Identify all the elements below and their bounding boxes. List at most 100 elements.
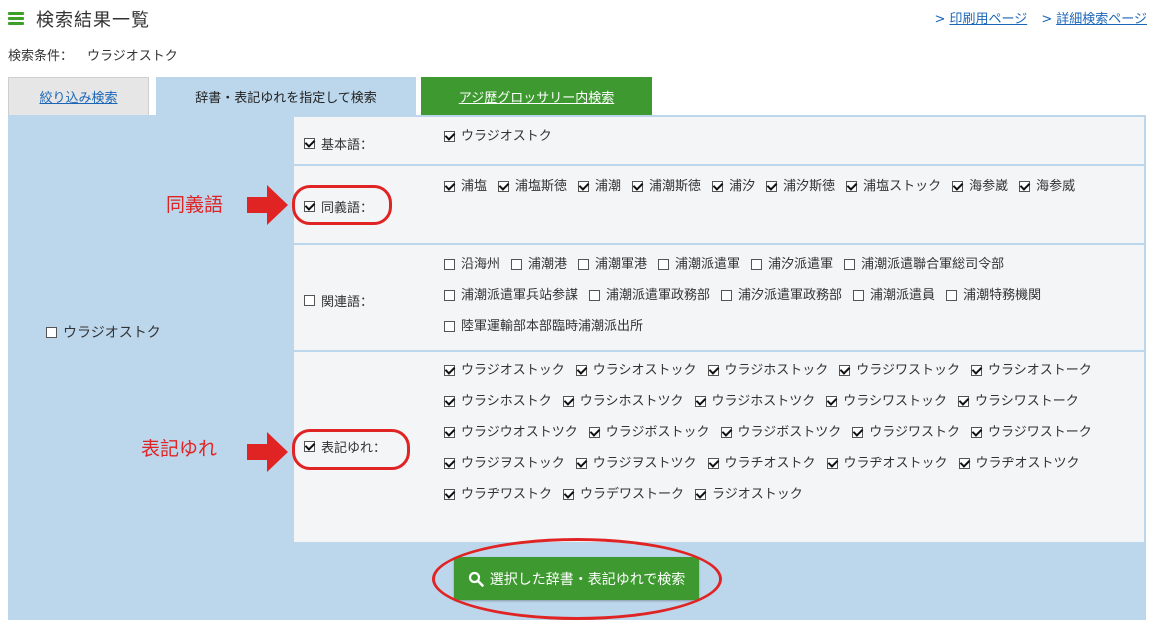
term-checkbox[interactable] (707, 365, 719, 376)
term-checkbox[interactable] (707, 458, 719, 469)
term-checkbox[interactable] (632, 181, 644, 192)
term-option[interactable]: ウラヂオストック (826, 449, 948, 478)
term-option[interactable]: 浦潮派遣聯合軍総司令部 (844, 250, 1004, 279)
term-option[interactable]: ウラジオストク (444, 122, 552, 151)
term-checkbox[interactable] (498, 181, 510, 192)
term-checkbox[interactable] (562, 396, 574, 407)
term-option[interactable]: ウラヂオストツク (958, 449, 1080, 478)
term-checkbox[interactable] (444, 489, 455, 500)
term-option[interactable]: ウラジヲストック (444, 449, 565, 478)
term-option[interactable]: ウラジホストツク (694, 387, 815, 416)
term-option[interactable]: 浦潮軍港 (578, 250, 647, 279)
main-term-option[interactable]: ウラジオストク (46, 322, 161, 342)
term-option[interactable]: 浦潮特務機関 (946, 281, 1041, 310)
term-checkbox[interactable] (658, 259, 670, 270)
term-checkbox[interactable] (444, 181, 455, 192)
term-checkbox[interactable] (563, 489, 575, 500)
term-checkbox[interactable] (826, 458, 838, 469)
term-checkbox[interactable] (853, 290, 865, 301)
term-option[interactable]: 浦潮派遣員 (853, 281, 935, 310)
term-checkbox[interactable] (511, 259, 523, 270)
term-checkbox[interactable] (958, 396, 969, 407)
term-checkbox[interactable] (844, 259, 856, 270)
term-option[interactable]: 浦潮派遣軍兵站参謀 (444, 281, 578, 310)
term-option[interactable]: 浦塩ストック (846, 172, 941, 201)
term-checkbox[interactable] (444, 290, 455, 301)
term-checkbox[interactable] (839, 365, 851, 376)
term-option[interactable]: 浦汐派遣軍 (751, 250, 833, 279)
term-option[interactable]: ウラシホストク (444, 387, 552, 416)
tab-dictionary-search[interactable]: 辞書・表記ゆれを指定して検索 (156, 77, 416, 115)
term-option[interactable]: 浦汐派遣軍政務部 (721, 281, 842, 310)
term-option[interactable]: ウラシホストツク (562, 387, 684, 416)
term-option[interactable]: 海参威 (1019, 172, 1075, 201)
term-option[interactable]: 浦塩斯徳 (498, 172, 567, 201)
term-checkbox[interactable] (694, 396, 706, 407)
term-option[interactable]: 沿海州 (444, 250, 500, 279)
term-checkbox[interactable] (721, 290, 733, 301)
term-checkbox[interactable] (575, 365, 587, 376)
term-checkbox[interactable] (444, 396, 455, 407)
term-checkbox[interactable] (444, 427, 455, 438)
term-option[interactable]: 浦汐 (712, 172, 755, 201)
main-term-checkbox[interactable] (46, 326, 57, 338)
term-option[interactable]: 浦潮港 (511, 250, 567, 279)
term-checkbox[interactable] (712, 181, 724, 192)
term-option[interactable]: 陸軍運輸部本部臨時浦潮派出所 (444, 312, 643, 341)
term-option[interactable]: ウラデワストーク (563, 480, 684, 509)
term-option[interactable]: 海参崴 (952, 172, 1008, 201)
term-option[interactable]: ウラジヲストツク (575, 449, 697, 478)
term-option[interactable]: ウラジワストック (839, 356, 960, 385)
tab-glossary-search[interactable]: アジ歴グロッサリー内検索 (421, 77, 652, 115)
tab-refine-search[interactable]: 絞り込み検索 (8, 77, 149, 115)
term-option[interactable]: ウラジボストツク (720, 418, 841, 447)
term-option[interactable]: ウラヂワストク (444, 480, 552, 509)
term-checkbox[interactable] (958, 458, 970, 469)
term-checkbox[interactable] (444, 321, 455, 332)
term-checkbox[interactable] (444, 259, 455, 270)
term-checkbox[interactable] (444, 458, 455, 469)
term-option[interactable]: 浦潮 (578, 172, 621, 201)
term-checkbox[interactable] (578, 181, 590, 192)
related-term-checkbox[interactable] (304, 295, 315, 306)
advanced-search-link[interactable]: 詳細検索ページ (1056, 12, 1147, 27)
term-option[interactable]: 浦潮斯徳 (632, 172, 701, 201)
term-checkbox[interactable] (589, 290, 601, 301)
term-checkbox[interactable] (846, 181, 858, 192)
term-option[interactable]: ウラチオストク (707, 449, 816, 478)
term-option[interactable]: ウラシオストーク (971, 356, 1092, 385)
term-checkbox[interactable] (766, 181, 778, 192)
base-term-option[interactable]: 基本語： (304, 134, 373, 153)
term-checkbox[interactable] (575, 458, 587, 469)
related-term-option[interactable]: 関連語： (304, 291, 373, 310)
term-checkbox[interactable] (578, 259, 590, 270)
term-option[interactable]: ウラジウオストツク (444, 418, 578, 447)
base-term-checkbox[interactable] (304, 138, 315, 149)
term-checkbox[interactable] (751, 259, 763, 270)
term-option[interactable]: ウラジワストーク (971, 418, 1092, 447)
term-checkbox[interactable] (720, 427, 732, 438)
term-option[interactable]: ラジオストック (695, 480, 803, 509)
term-option[interactable]: ウラジオストック (444, 356, 565, 385)
term-checkbox[interactable] (444, 365, 455, 376)
term-option[interactable]: ウラジホストック (707, 356, 828, 385)
term-option[interactable]: ウラシワストーク (958, 387, 1079, 416)
term-checkbox[interactable] (588, 427, 600, 438)
term-checkbox[interactable] (444, 131, 455, 142)
term-option[interactable]: 浦塩 (444, 172, 487, 201)
print-page-link[interactable]: 印刷用ページ (949, 12, 1027, 27)
term-checkbox[interactable] (946, 290, 958, 301)
term-option[interactable]: ウラジボストック (588, 418, 710, 447)
term-option[interactable]: ウラシオストック (575, 356, 697, 385)
term-option[interactable]: ウラジワストク (852, 418, 960, 447)
term-option[interactable]: 浦潮派遣軍 (658, 250, 740, 279)
term-checkbox[interactable] (952, 181, 964, 192)
term-option[interactable]: 浦汐斯徳 (766, 172, 835, 201)
term-checkbox[interactable] (852, 427, 864, 438)
term-checkbox[interactable] (826, 396, 838, 407)
term-option[interactable]: 浦潮派遣軍政務部 (589, 281, 710, 310)
term-checkbox[interactable] (1019, 181, 1031, 192)
term-checkbox[interactable] (695, 489, 707, 500)
term-checkbox[interactable] (971, 365, 982, 376)
term-option[interactable]: ウラシワストック (826, 387, 947, 416)
